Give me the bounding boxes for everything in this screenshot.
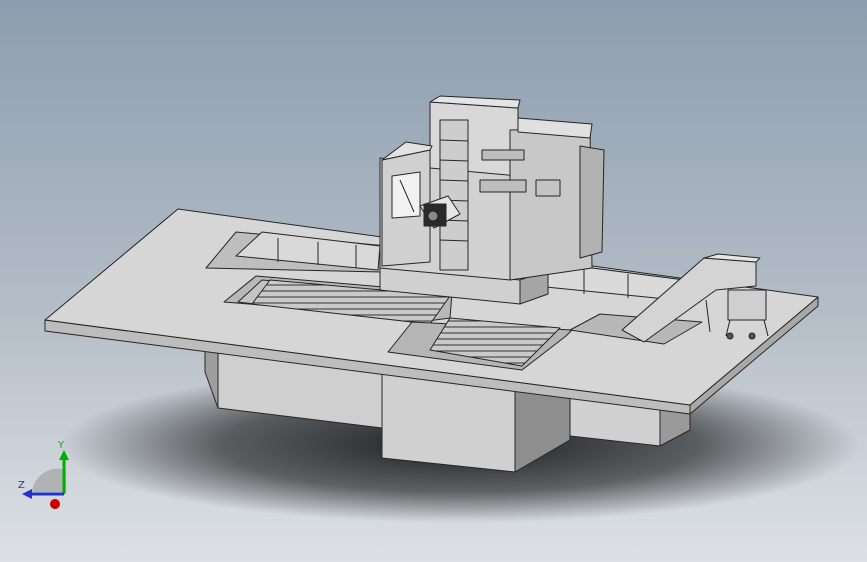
x-axis-arrow xyxy=(50,499,60,509)
y-axis-label: Y xyxy=(57,440,65,451)
3d-viewport[interactable]: Y Z xyxy=(0,0,867,562)
view-orientation-triad[interactable]: Y Z xyxy=(8,440,88,520)
model-scene[interactable] xyxy=(0,0,867,562)
tool-arm-upper xyxy=(481,149,525,161)
triad-backdrop xyxy=(32,468,66,492)
y-axis-head xyxy=(59,450,69,460)
column-right-flank xyxy=(579,145,605,259)
cabin-window xyxy=(391,171,421,219)
z-axis-label: Z xyxy=(18,480,25,491)
tool-arm-bracket xyxy=(535,179,561,197)
chip-bin xyxy=(727,289,767,321)
spindle-nose xyxy=(427,210,439,222)
tool-arm-lower xyxy=(479,179,527,193)
column-bellows xyxy=(439,119,469,271)
